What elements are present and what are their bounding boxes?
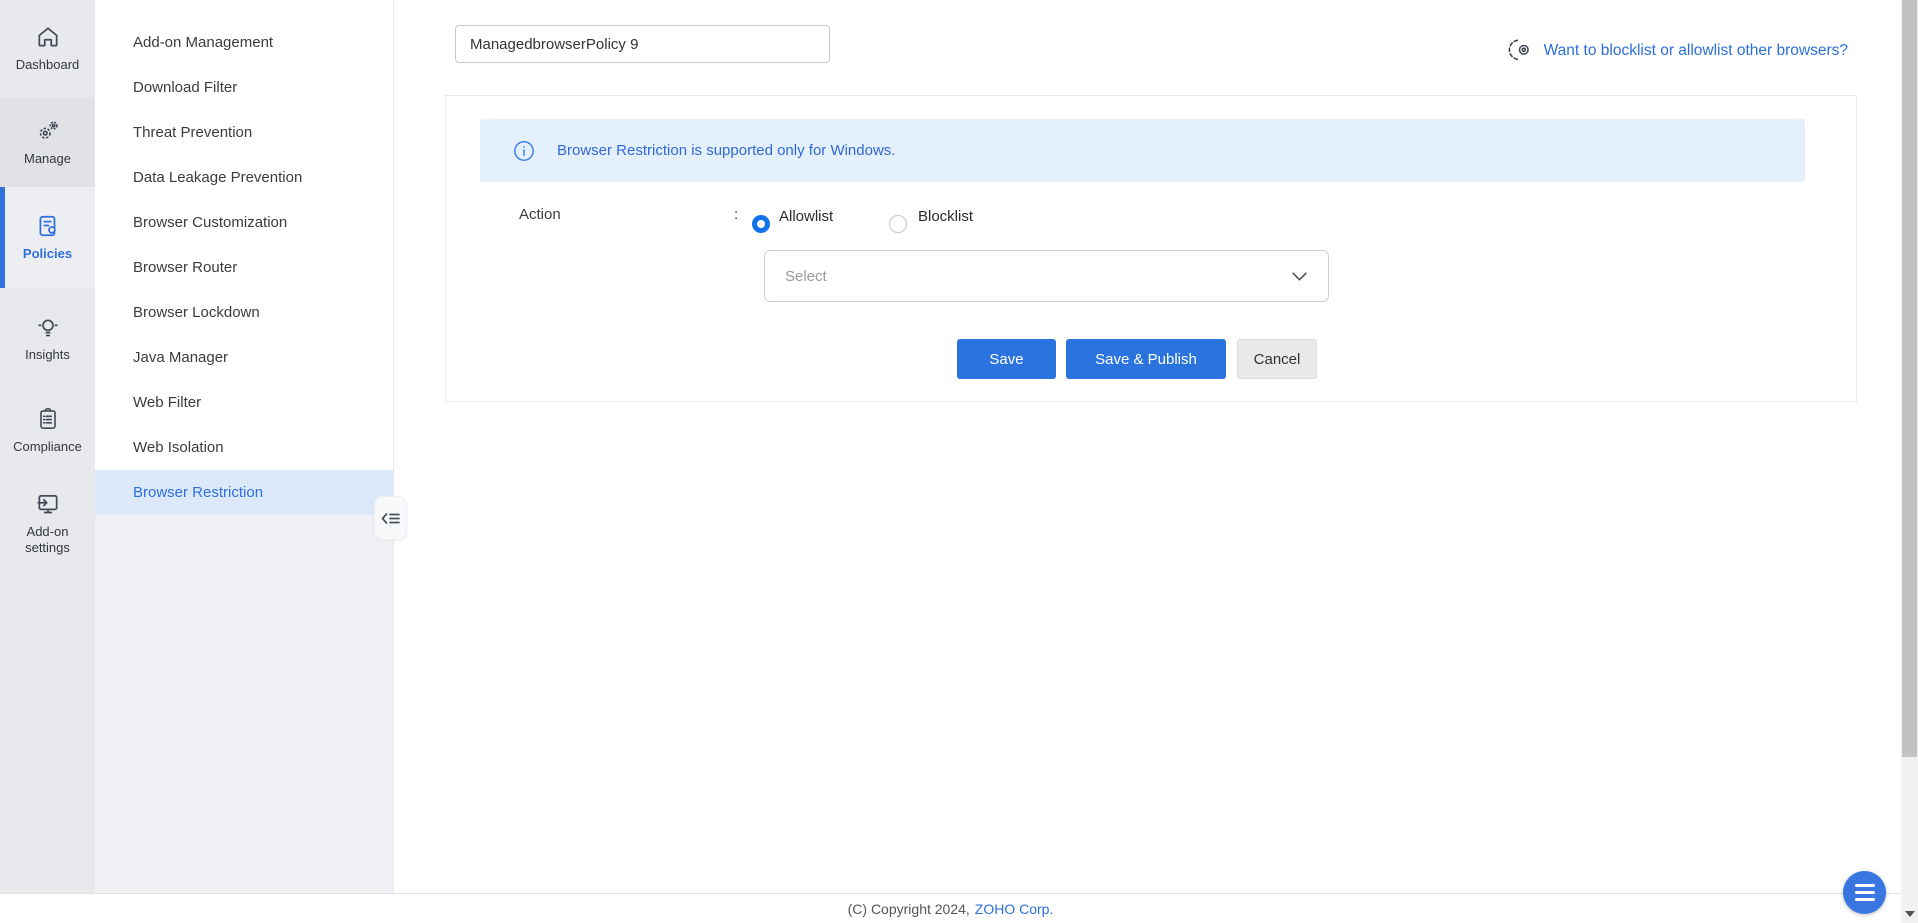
sidebar-item-java-manager[interactable]: Java Manager <box>95 335 393 380</box>
policy-name-input[interactable] <box>455 25 830 63</box>
sidebar-item-addon-management[interactable]: Add-on Management <box>95 20 393 65</box>
allowlist-radio-label[interactable]: Allowlist <box>779 208 833 225</box>
app-window: Dashboard Manage Policies Insights Compl… <box>0 0 1918 923</box>
monitor-install-icon <box>36 495 58 514</box>
action-label: Action <box>519 206 561 223</box>
bulb-gear-icon <box>1508 39 1529 61</box>
sidebar-item-data-leakage-prevention[interactable]: Data Leakage Prevention <box>95 155 393 200</box>
action-colon: : <box>734 206 739 223</box>
sidebar-item-download-filter[interactable]: Download Filter <box>95 65 393 110</box>
blocklist-radio-label[interactable]: Blocklist <box>918 208 973 225</box>
blocklist-radio[interactable] <box>889 215 907 233</box>
sidebar-collapse-button[interactable] <box>374 496 407 540</box>
vertical-scrollbar[interactable] <box>1901 0 1918 923</box>
policy-menu-list: Add-on Management Download Filter Threat… <box>95 0 393 515</box>
scroll-down-arrow-icon <box>1904 910 1915 917</box>
info-banner-text: Browser Restriction is supported only fo… <box>557 142 896 159</box>
save-button[interactable]: Save <box>957 339 1056 379</box>
browser-select-dropdown[interactable]: Select <box>764 250 1329 302</box>
info-banner: Browser Restriction is supported only fo… <box>480 119 1805 182</box>
sidebar-item-web-filter[interactable]: Web Filter <box>95 380 393 425</box>
sidebar-item-browser-router[interactable]: Browser Router <box>95 245 393 290</box>
zoho-corp-link[interactable]: ZOHO Corp. <box>975 901 1054 917</box>
other-browsers-link[interactable]: Want to blocklist or allowlist other bro… <box>1508 37 1848 64</box>
cancel-button[interactable]: Cancel <box>1237 339 1317 379</box>
rail-label: Insights <box>25 346 70 362</box>
rail-item-policies[interactable]: Policies <box>0 187 95 288</box>
sidebar-item-threat-prevention[interactable]: Threat Prevention <box>95 110 393 155</box>
policy-document-icon <box>39 215 56 237</box>
rail-item-addon-settings[interactable]: Add-on settings <box>0 472 95 575</box>
rail-item-dashboard[interactable]: Dashboard <box>0 0 95 97</box>
sidebar-item-browser-lockdown[interactable]: Browser Lockdown <box>95 290 393 335</box>
rail-label: Policies <box>22 246 73 261</box>
rail-item-manage[interactable]: Manage <box>0 97 95 187</box>
select-placeholder: Select <box>785 267 827 285</box>
copyright-text: (C) Copyright 2024, <box>847 900 970 917</box>
sidebar-item-browser-restriction[interactable]: Browser Restriction <box>95 470 393 515</box>
rail-item-compliance[interactable]: Compliance <box>0 388 95 472</box>
chevron-down-icon <box>1292 271 1307 281</box>
scrollbar-thumb[interactable] <box>1902 0 1917 757</box>
active-indicator-bar <box>0 187 5 288</box>
browser-restriction-panel: Browser Restriction is supported only fo… <box>445 95 1857 402</box>
save-and-publish-button[interactable]: Save & Publish <box>1066 339 1226 379</box>
hamburger-icon <box>1854 883 1875 888</box>
home-icon <box>37 27 58 47</box>
policies-sidebar: Add-on Management Download Filter Threat… <box>95 0 394 893</box>
sidebar-item-web-isolation[interactable]: Web Isolation <box>95 425 393 470</box>
rail-label: Compliance <box>13 438 82 454</box>
clipboard-icon <box>39 407 56 429</box>
lightbulb-icon <box>37 319 58 336</box>
gears-icon <box>39 120 58 139</box>
rail-item-insights[interactable]: Insights <box>0 288 95 388</box>
collapse-menu-icon <box>381 512 400 524</box>
other-browsers-link-label: Want to blocklist or allowlist other bro… <box>1543 41 1848 59</box>
sidebar-item-browser-customization[interactable]: Browser Customization <box>95 200 393 245</box>
info-icon <box>514 140 534 161</box>
rail-label: Manage <box>24 150 71 166</box>
floating-menu-button[interactable] <box>1843 871 1886 914</box>
allowlist-radio[interactable] <box>752 215 770 233</box>
icon-rail: Dashboard Manage Policies Insights Compl… <box>0 0 95 893</box>
footer: (C) Copyright 2024, ZOHO Corp. <box>0 893 1901 923</box>
scrollbar-down-button[interactable] <box>1901 906 1918 921</box>
rail-label: Dashboard <box>15 57 80 72</box>
rail-label: Add-on settings <box>25 524 70 555</box>
